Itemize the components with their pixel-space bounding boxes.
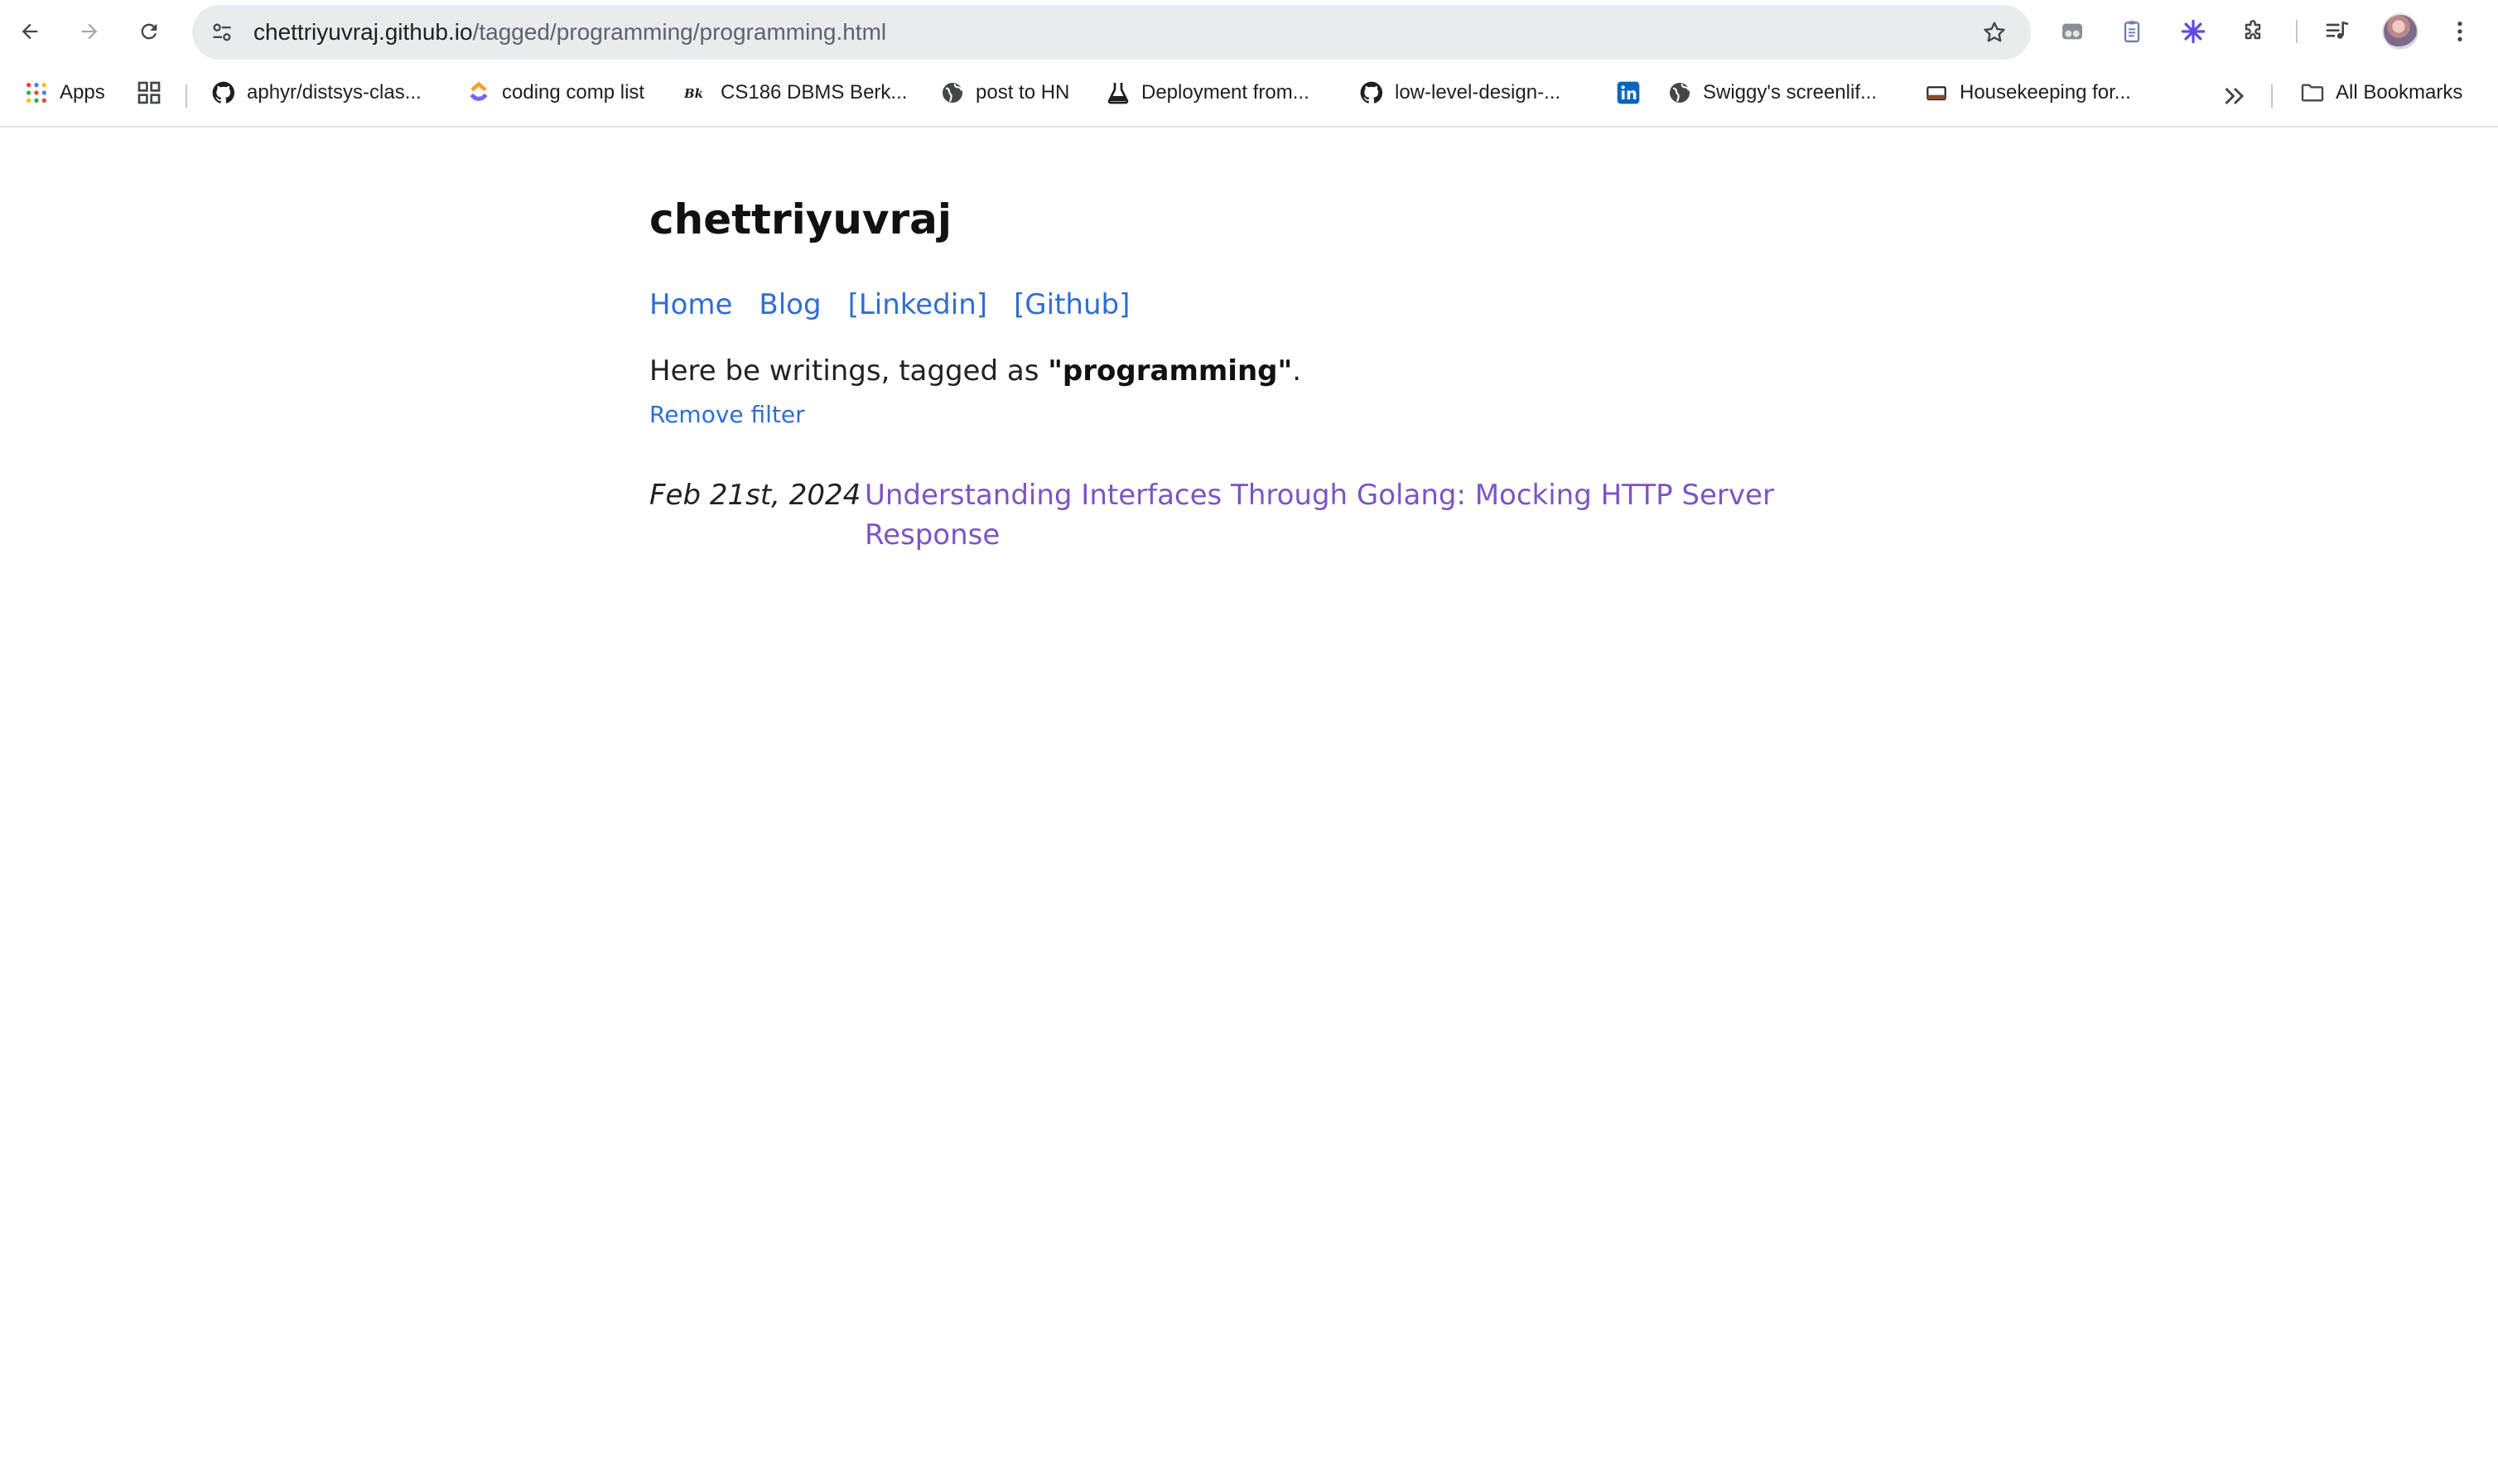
page-icon xyxy=(1923,80,1950,106)
bookmark-label: Deployment from... xyxy=(1141,81,1309,104)
chevron-double-right-icon xyxy=(2225,87,2245,105)
puzzle-icon xyxy=(2245,20,2261,40)
bookmark-label: Apps xyxy=(60,81,105,104)
bookmark-label: low-level-design-... xyxy=(1395,81,1561,104)
bookmark-label: coding comp list xyxy=(502,81,645,104)
address-bar[interactable]: chettriyuvraj.github.io/tagged/programmi… xyxy=(192,5,2031,60)
extension-button[interactable] xyxy=(2054,13,2091,50)
site-nav: Home Blog [Linkedin] [Github] xyxy=(649,288,1130,321)
star-icon xyxy=(1984,22,2005,42)
bookmark-item[interactable]: aphyr/distsys-clas... xyxy=(210,75,422,111)
berkeley-icon: Bk xyxy=(684,80,711,106)
extension-button[interactable] xyxy=(2175,13,2211,50)
arrow-right-icon xyxy=(81,23,98,40)
bookmark-label: CS186 DBMS Berk... xyxy=(721,81,908,104)
tag-intro-text: Here be writings, tagged as "programming… xyxy=(649,354,1301,388)
globe-icon xyxy=(1666,80,1693,106)
nav-github-link[interactable]: [Github] xyxy=(1014,288,1130,321)
bookmark-item[interactable]: Deployment from... xyxy=(1105,75,1309,111)
intro-suffix: . xyxy=(1292,354,1302,388)
arrow-left-icon xyxy=(22,23,38,40)
browser-toolbar: chettriyuvraj.github.io/tagged/programmi… xyxy=(0,0,2498,63)
remove-filter-link[interactable]: Remove filter xyxy=(649,401,805,428)
bookmark-apps[interactable]: Apps xyxy=(23,75,105,111)
tune-icon xyxy=(213,23,231,41)
bookmark-item[interactable]: low-level-design-... xyxy=(1358,75,1560,111)
linkedin-icon xyxy=(1615,80,1642,106)
clipboard-extension-icon xyxy=(2124,21,2140,43)
bookmark-label: Swiggy's screenlif... xyxy=(1703,81,1877,104)
svg-text:Bk: Bk xyxy=(684,86,703,101)
music-queue-icon xyxy=(2326,22,2349,39)
post-date: Feb 21st, 2024 xyxy=(649,479,861,512)
more-vert-icon xyxy=(2457,22,2462,41)
snowflake-extension-icon xyxy=(2181,19,2206,44)
flask-icon xyxy=(1105,80,1131,106)
incognito-extension-icon xyxy=(2062,23,2082,40)
clickup-icon xyxy=(465,80,492,106)
profile-avatar[interactable] xyxy=(2382,13,2418,50)
tag-name: "programming" xyxy=(1048,354,1293,388)
forward-button[interactable] xyxy=(70,12,109,51)
site-title: chettriyuvraj xyxy=(649,195,952,243)
globe-icon xyxy=(939,80,966,106)
nav-home-link[interactable]: Home xyxy=(649,288,732,321)
back-button[interactable] xyxy=(10,12,50,51)
grid-icon xyxy=(136,80,162,106)
url-host: chettriyuvraj.github.io xyxy=(253,19,473,45)
github-icon xyxy=(1358,80,1385,106)
url-text[interactable]: chettriyuvraj.github.io/tagged/programmi… xyxy=(253,19,886,46)
bookmark-star-button[interactable] xyxy=(1976,14,2013,51)
toolbar-divider xyxy=(2296,20,2298,43)
reload-icon xyxy=(141,23,157,40)
bookmark-label: post to HN xyxy=(976,81,1070,104)
bookmark-item[interactable] xyxy=(1615,75,1642,111)
all-bookmarks-button[interactable]: All Bookmarks xyxy=(2299,75,2462,111)
bookmark-item[interactable]: Swiggy's screenlif... xyxy=(1666,75,1877,111)
bookmark-item[interactable]: coding comp list xyxy=(465,75,644,111)
bookmarks-divider xyxy=(186,84,187,108)
post-list-item: Feb 21st, 2024 Understanding Interfaces … xyxy=(649,475,1809,555)
bookmark-label: aphyr/distsys-clas... xyxy=(247,81,422,104)
nav-blog-link[interactable]: Blog xyxy=(759,288,821,321)
post-title-link[interactable]: Understanding Interfaces Through Golang:… xyxy=(865,475,1792,555)
extensions-menu-button[interactable] xyxy=(2235,13,2271,50)
apps-grid-icon xyxy=(23,80,50,106)
folder-icon xyxy=(2299,80,2326,106)
bookmark-item[interactable]: Housekeeping for... xyxy=(1923,75,2131,111)
tab-groups-button[interactable] xyxy=(136,75,162,111)
bookmark-label: All Bookmarks xyxy=(2336,81,2463,104)
browser-menu-button[interactable] xyxy=(2442,13,2478,50)
more-bookmarks-button[interactable] xyxy=(2220,81,2250,111)
intro-prefix: Here be writings, tagged as xyxy=(649,354,1049,388)
post-list: Feb 21st, 2024 Understanding Interfaces … xyxy=(649,475,1809,555)
bookmark-item[interactable]: post to HN xyxy=(939,75,1069,111)
github-icon xyxy=(210,80,237,106)
media-controls-button[interactable] xyxy=(2319,13,2356,50)
extension-button[interactable] xyxy=(2114,13,2150,50)
bookmarks-bar: Apps aphyr/distsys-clas... coding comp l… xyxy=(0,63,2498,128)
bookmark-label: Housekeeping for... xyxy=(1960,81,2131,104)
nav-linkedin-link[interactable]: [Linkedin] xyxy=(848,288,987,321)
bookmark-item[interactable]: Bk CS186 DBMS Berk... xyxy=(684,75,907,111)
url-path: /tagged/programming/programming.html xyxy=(472,19,887,45)
reload-button[interactable] xyxy=(129,12,169,51)
bookmarks-divider xyxy=(2271,84,2273,108)
site-info-button[interactable] xyxy=(204,14,240,51)
